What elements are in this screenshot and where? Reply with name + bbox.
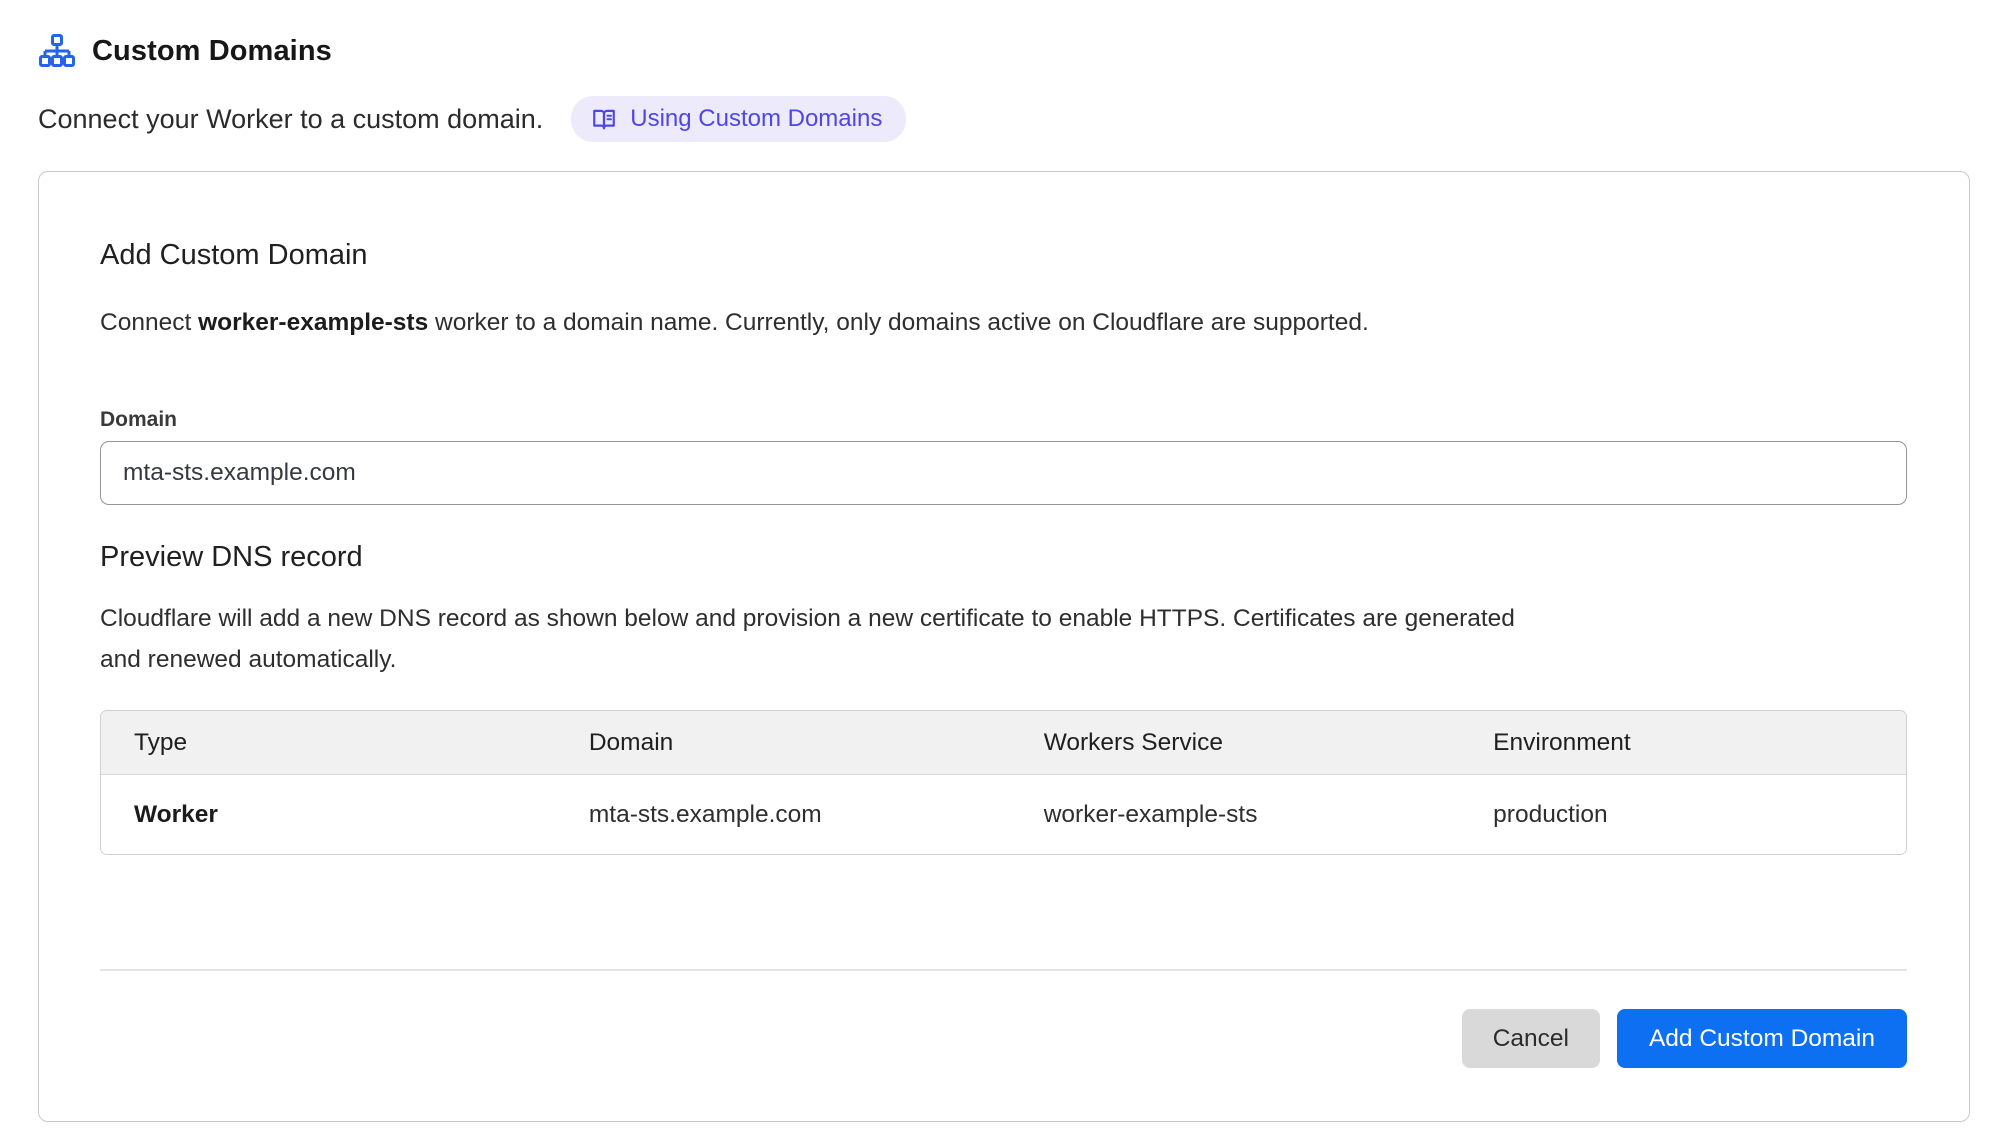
custom-domains-page: Custom Domains Connect your Worker to a …	[0, 0, 1999, 1148]
card-heading: Add Custom Domain	[100, 239, 1907, 272]
card-intro: Connect worker-example-sts worker to a d…	[100, 307, 1907, 339]
table-header-row: Type Domain Workers Service Environment	[101, 711, 1906, 775]
page-header: Custom Domains	[38, 30, 1968, 72]
add-custom-domain-button[interactable]: Add Custom Domain	[1617, 1009, 1907, 1068]
table-row: Worker mta-sts.example.com worker-exampl…	[101, 775, 1906, 854]
card-footer: Cancel Add Custom Domain	[100, 1009, 1907, 1068]
domain-field-label: Domain	[100, 407, 1907, 433]
cell-workers-service: worker-example-sts	[1011, 801, 1460, 829]
table-header-type: Type	[101, 729, 556, 757]
page-title: Custom Domains	[92, 35, 332, 68]
add-custom-domain-card: Add Custom Domain Connect worker-example…	[38, 171, 1970, 1122]
worker-name: worker-example-sts	[198, 309, 428, 336]
docs-link-label: Using Custom Domains	[630, 105, 882, 133]
preview-dns-heading: Preview DNS record	[100, 541, 1907, 574]
domain-input[interactable]	[100, 441, 1907, 505]
table-header-domain: Domain	[556, 729, 1011, 757]
page-subtitle: Connect your Worker to a custom domain.	[38, 104, 543, 135]
intro-suffix: worker to a domain name. Currently, only…	[428, 309, 1369, 336]
footer-divider	[100, 969, 1907, 971]
cell-type: Worker	[101, 801, 556, 829]
preview-dns-description: Cloudflare will add a new DNS record as …	[100, 598, 1550, 680]
cell-environment: production	[1460, 801, 1906, 829]
cancel-button[interactable]: Cancel	[1462, 1009, 1600, 1068]
intro-prefix: Connect	[100, 309, 198, 336]
sitemap-icon	[38, 34, 76, 68]
page-subtitle-row: Connect your Worker to a custom domain. …	[38, 96, 1968, 142]
table-header-workers-service: Workers Service	[1011, 729, 1460, 757]
book-open-icon	[591, 106, 617, 132]
cell-domain: mta-sts.example.com	[556, 801, 1011, 829]
dns-preview-table: Type Domain Workers Service Environment …	[100, 710, 1907, 855]
docs-link-badge[interactable]: Using Custom Domains	[571, 96, 906, 142]
table-header-environment: Environment	[1460, 729, 1906, 757]
